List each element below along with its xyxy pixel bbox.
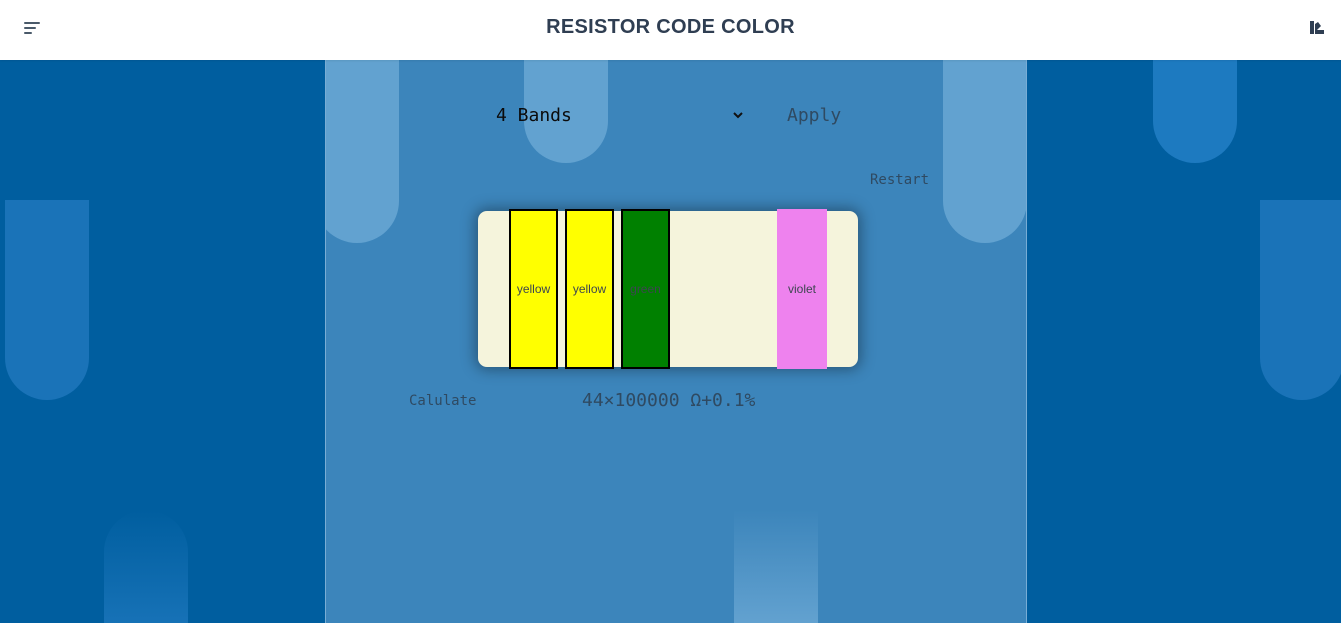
- page-title: RESISTOR CODE COLOR: [546, 16, 795, 38]
- band-count-value: 4 Bands: [496, 105, 572, 126]
- band-3-label: green: [630, 282, 661, 296]
- calculator-panel: 4 Bands Apply Restart yellow yellow gree…: [325, 60, 1027, 623]
- top-app-bar: RESISTOR CODE COLOR: [0, 0, 1341, 60]
- band-4-label: violet: [787, 282, 816, 296]
- color-palette-icon[interactable]: [1309, 20, 1325, 36]
- restart-button[interactable]: Restart: [870, 172, 929, 188]
- resistor-body: yellow yellow green violet: [478, 209, 858, 369]
- band-1[interactable]: yellow: [509, 209, 558, 369]
- band-1-label: yellow: [516, 282, 551, 296]
- result-text: 44×100000 Ω+0.1%: [582, 390, 756, 411]
- band-3[interactable]: green: [621, 209, 670, 369]
- band-4[interactable]: violet: [777, 209, 827, 369]
- band-2[interactable]: yellow: [565, 209, 614, 369]
- band-count-select[interactable]: 4 Bands: [496, 100, 746, 132]
- band-2-label: yellow: [572, 282, 607, 296]
- chevron-down-icon: [733, 112, 743, 119]
- apply-button[interactable]: Apply: [787, 105, 841, 126]
- calculate-button[interactable]: Calulate: [409, 393, 476, 409]
